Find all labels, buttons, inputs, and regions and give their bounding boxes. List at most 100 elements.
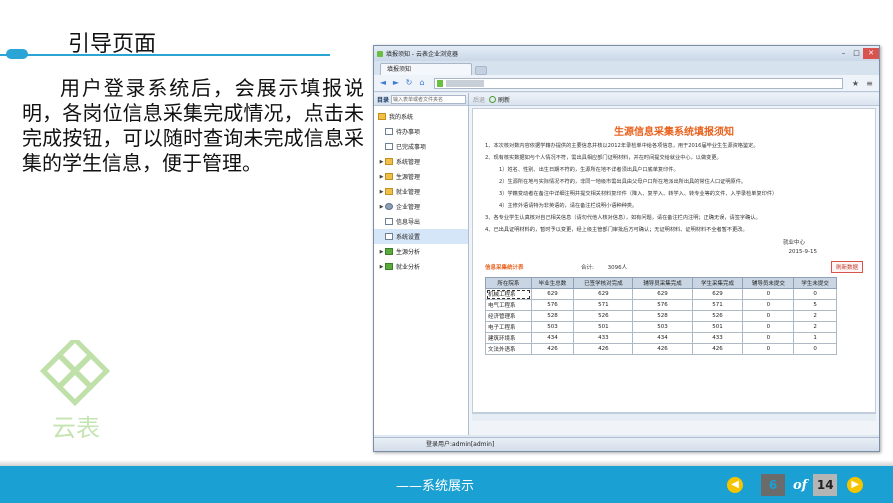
table-cell[interactable]: 0	[742, 299, 795, 311]
sidebar-item-label: 系统管理	[396, 159, 421, 166]
refresh-icon	[489, 95, 497, 103]
refresh-button[interactable]: 刷新	[489, 95, 510, 104]
content-toolbar: 后退 刷新	[469, 93, 879, 106]
sidebar-item-employment-analysis[interactable]: ▶ 就业分析	[374, 259, 468, 274]
table-cell: 426	[530, 343, 575, 355]
table-cell: 629	[530, 288, 575, 300]
content-pane: 后退 刷新 生源信息采集系统填报须知 1、本次核对数内容依据学籍办提供的主要信息…	[469, 93, 879, 435]
close-icon[interactable]: ✕	[863, 48, 879, 59]
slide-pager: ◀ 6 of 14 ▶	[727, 472, 864, 498]
forward-arrow-icon[interactable]: ►	[391, 78, 401, 88]
home-icon[interactable]: ⌂	[417, 78, 427, 88]
window-title: 填报须知 - 云表企业浏览器	[386, 51, 458, 58]
department-cell[interactable]: 电气工程系	[485, 299, 532, 311]
table-row[interactable]: 电子工程系 503 501 503 501 0 2	[485, 321, 837, 333]
table-cell: 629	[573, 288, 634, 300]
document-date: 2015-9-15	[788, 249, 817, 255]
back-arrow-icon[interactable]: ◄	[378, 78, 388, 88]
notice-paragraph: 4、已出具证明材料的，暂时予以变更，经上级主管部门审批后方可确认；无证明材料、证…	[485, 227, 748, 233]
expand-arrow-icon[interactable]: ▶	[378, 159, 385, 165]
table-cell[interactable]: 1	[793, 332, 837, 344]
table-cell: 503	[530, 321, 575, 333]
department-cell[interactable]: 机械工程系	[485, 288, 532, 300]
next-slide-icon[interactable]: ▶	[847, 477, 864, 493]
column-header: 辅导员未提交	[742, 277, 795, 289]
address-bar[interactable]	[434, 77, 843, 89]
table-cell[interactable]: 0	[742, 332, 795, 344]
table-cell: 576	[632, 299, 693, 311]
sidebar-item-enterprise-management[interactable]: ▶ 企业管理	[374, 199, 468, 214]
notice-paragraph: 2）生源所在地与实际情况不符的，非同一地级市需出具由父母户口所在地派出所出具的常…	[499, 179, 747, 185]
page-of-label: of	[793, 477, 808, 493]
table-cell[interactable]: 5	[793, 299, 837, 311]
table-cell: 501	[573, 321, 634, 333]
menu-icon[interactable]: ≡	[864, 79, 875, 88]
table-cell: 433	[573, 332, 634, 344]
fill-notice-document: 生源信息采集系统填报须知 1、本次核对数内容依据学籍办提供的主要信息并核以201…	[472, 108, 876, 413]
app-icon	[377, 50, 383, 57]
sidebar-item-label: 就业分析	[396, 264, 421, 271]
column-header: 所在院系	[485, 277, 532, 289]
notice-paragraph: 2、现有核实数据如与个人情况不符，需出具相应部门证明材料，并在时间提交给就业中心…	[485, 155, 722, 161]
footer-caption: ——系统展示	[396, 479, 475, 494]
back-button[interactable]: 后退	[473, 95, 485, 104]
minimize-icon[interactable]: –	[837, 48, 850, 59]
folder-icon	[385, 188, 393, 195]
table-cell[interactable]: 0	[742, 321, 795, 333]
table-cell: 526	[573, 310, 634, 322]
sidebar-item-label: 信息导出	[396, 219, 421, 226]
table-cell[interactable]: 0	[793, 288, 837, 300]
table-cell[interactable]: 0	[742, 310, 795, 322]
notice-paragraph: 4）主修外语请特为非英语的，请在备注栏说明小语种种类。	[499, 203, 638, 209]
table-cell[interactable]: 2	[793, 310, 837, 322]
sidebar-item-label: 系统设置	[396, 234, 421, 241]
refresh-icon[interactable]: ↻	[404, 78, 414, 88]
horizontal-scrollbar[interactable]	[472, 413, 876, 421]
tab-fill-notice[interactable]: 填报须知	[380, 63, 472, 75]
sidebar-item-source-analysis[interactable]: ▶ 生源分析	[374, 244, 468, 259]
department-cell[interactable]: 建筑环境系	[485, 332, 532, 344]
table-row[interactable]: 建筑环境系 434 433 434 433 0 1	[485, 332, 837, 344]
table-cell[interactable]: 0	[793, 343, 837, 355]
table-cell[interactable]: 0	[742, 288, 795, 300]
table-cell[interactable]: 2	[793, 321, 837, 333]
maximize-icon[interactable]: □	[850, 48, 863, 59]
department-cell[interactable]: 文法外语系	[485, 343, 532, 355]
sidebar-item-system-management[interactable]: ▶ 系统管理	[374, 154, 468, 169]
navigation-bar: ◄ ► ↻ ⌂ ★ ≡	[374, 75, 879, 92]
sidebar-item-todo[interactable]: 待办事项	[374, 124, 468, 139]
sidebar-item-my-system[interactable]: 我的系统	[374, 109, 468, 124]
department-cell[interactable]: 电子工程系	[485, 321, 532, 333]
star-icon[interactable]: ★	[850, 79, 861, 88]
expand-arrow-icon[interactable]: ▶	[378, 249, 385, 255]
browser-content: 目录 输入表单或者文件夹名 我的系统 待办事项 已完成事项 ▶ 系统管理 ▶ 生…	[374, 93, 879, 435]
page-icon	[385, 143, 393, 150]
sidebar-item-info-export[interactable]: 信息导出	[374, 214, 468, 229]
sidebar-item-employment-management[interactable]: ▶ 就业管理	[374, 184, 468, 199]
logo-text: 云表	[52, 414, 100, 442]
department-cell[interactable]: 经济管理系	[485, 310, 532, 322]
window-controls: – □ ✕	[837, 48, 879, 59]
table-row[interactable]: 机械工程系 629 629 629 629 0 0	[485, 288, 837, 300]
page-icon	[385, 128, 393, 135]
new-tab-button[interactable]	[475, 66, 487, 75]
refresh-data-button[interactable]: 刷新数据	[830, 261, 863, 273]
folder-icon	[378, 113, 386, 120]
expand-arrow-icon[interactable]: ▶	[378, 189, 385, 195]
table-row[interactable]: 电气工程系 576 571 576 571 0 5	[485, 299, 837, 311]
expand-arrow-icon[interactable]: ▶	[378, 204, 385, 210]
total-value: 3096人	[607, 265, 628, 271]
prev-slide-icon[interactable]: ◀	[727, 477, 743, 493]
expand-arrow-icon[interactable]: ▶	[378, 174, 385, 180]
table-cell[interactable]: 0	[742, 343, 795, 355]
table-row[interactable]: 文法外语系 426 426 426 426 0 0	[485, 343, 837, 355]
sidebar-item-source-management[interactable]: ▶ 生源管理	[374, 169, 468, 184]
folder-icon	[385, 158, 393, 165]
expand-arrow-icon[interactable]: ▶	[378, 264, 385, 270]
sidebar-item-system-settings[interactable]: 系统设置	[374, 229, 468, 244]
table-cell: 434	[632, 332, 693, 344]
sidebar-item-done[interactable]: 已完成事项	[374, 139, 468, 154]
table-row[interactable]: 经济管理系 528 526 528 526 0 2	[485, 310, 837, 322]
sidebar-search-input[interactable]: 输入表单或者文件夹名	[391, 94, 466, 104]
stats-header: 信息采集统计表 合计: 3096人 刷新数据	[485, 261, 863, 273]
